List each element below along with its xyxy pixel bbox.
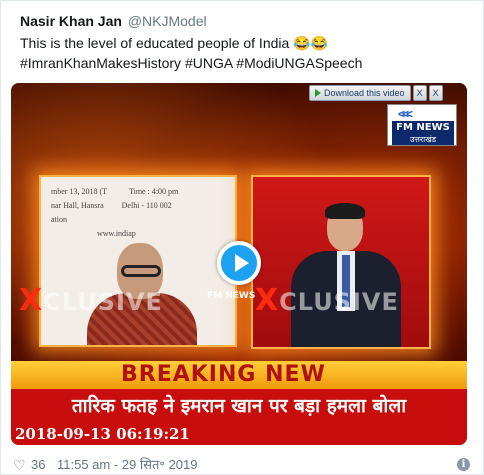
channel-region: उत्तराखंड	[392, 135, 454, 145]
exclusive-watermark-left: XCLUSIVE	[19, 283, 163, 318]
headline-ticker: तारिक फतह ने इमरान खान पर बड़ा हमला बोला	[11, 389, 467, 423]
play-button[interactable]	[217, 241, 261, 285]
close-toolbar-button[interactable]: X	[428, 85, 443, 101]
backdrop-document: mber 13, 2018 (T Time : 4:00 pm nar Hall,…	[51, 187, 179, 238]
download-video-button[interactable]: Download this video	[309, 85, 411, 101]
tweet-footer: ♡ 36 11:55 am - 29 सित॰ 2019 i	[13, 457, 473, 473]
tweet-text: This is the level of educated people of …	[20, 33, 362, 73]
heart-icon[interactable]: ♡	[13, 457, 26, 473]
like-count[interactable]: 36	[31, 457, 45, 473]
download-arrow-icon	[315, 89, 321, 97]
tweet-header: Nasir Khan Jan @NKJModel	[20, 13, 207, 29]
breaking-news-banner: BREAKING NEW	[11, 361, 467, 389]
download-label: Download this video	[324, 88, 405, 98]
tweet-hashtags[interactable]: #ImranKhanMakesHistory #UNGA #ModiUNGASp…	[20, 53, 362, 73]
embedded-video[interactable]: mber 13, 2018 (T Time : 4:00 pm nar Hall,…	[11, 83, 467, 445]
tweet-text-line-1: This is the level of educated people of …	[20, 33, 362, 53]
hide-toolbar-button[interactable]: X	[412, 85, 427, 101]
exclusive-watermark-right: XCLUSIVE	[255, 283, 399, 318]
channel-chevron-icon: <<<	[398, 107, 413, 121]
info-icon[interactable]: i	[457, 458, 470, 471]
video-timestamp: 2018-09-13 06:19:21	[11, 423, 467, 445]
fm-news-watermark: FM NEWS	[207, 291, 256, 301]
download-toolbar: Download this video X X	[309, 85, 465, 101]
fm-news-logo: <<< FM NEWS उत्तराखंड	[387, 104, 457, 146]
tweet-card: Nasir Khan Jan @NKJModel This is the lev…	[0, 0, 484, 475]
anchor-video-panel	[251, 175, 431, 349]
play-icon	[235, 254, 249, 272]
author-name[interactable]: Nasir Khan Jan	[20, 13, 122, 29]
news-anchor	[287, 203, 407, 347]
author-handle[interactable]: @NKJModel	[128, 13, 207, 29]
tweet-sentence: This is the level of educated people of …	[20, 35, 294, 51]
tweet-timestamp[interactable]: 11:55 am - 29 सित॰ 2019	[57, 457, 198, 473]
laughing-emoji-icon: 😂😂	[293, 35, 329, 51]
channel-brand: FM NEWS	[392, 121, 454, 135]
guest-video-panel: mber 13, 2018 (T Time : 4:00 pm nar Hall,…	[39, 175, 237, 347]
